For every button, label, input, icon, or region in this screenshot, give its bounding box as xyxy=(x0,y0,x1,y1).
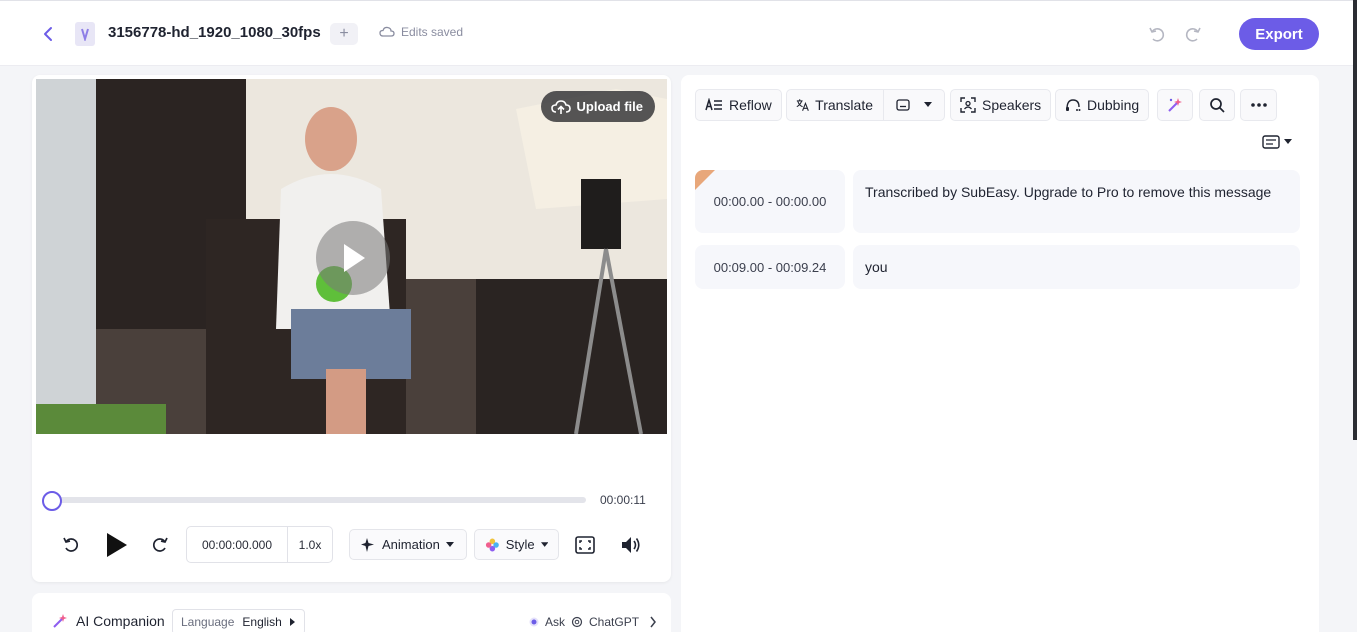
animation-label: Animation xyxy=(382,537,440,552)
ai-companion-header[interactable]: AI Companion xyxy=(52,613,165,629)
video-preview[interactable]: Upload file xyxy=(36,79,667,434)
view-mode-dropdown[interactable] xyxy=(1262,135,1292,149)
dubbing-icon xyxy=(1066,99,1081,111)
save-status-text: Edits saved xyxy=(401,25,464,39)
cloud-icon xyxy=(379,26,395,37)
subtitle-row: 00:09.00 - 00:09.24 you xyxy=(695,245,1300,289)
translate-icon xyxy=(796,99,809,111)
style-label: Style xyxy=(505,537,535,552)
play-button[interactable] xyxy=(102,530,130,560)
dubbing-button[interactable]: Dubbing xyxy=(1055,89,1150,121)
speakers-label: Speakers xyxy=(982,97,1042,113)
speaker-marker xyxy=(695,170,715,190)
rewind-button[interactable] xyxy=(60,534,82,556)
caret-down-icon xyxy=(924,102,932,107)
forward-button[interactable] xyxy=(149,534,171,556)
ai-magic-button[interactable] xyxy=(1157,89,1193,121)
translate-button[interactable]: Translate xyxy=(786,89,945,121)
more-icon xyxy=(1250,103,1267,107)
total-duration: 00:00:11 xyxy=(600,493,646,507)
animation-dropdown[interactable]: Animation xyxy=(349,529,467,560)
current-time-box: 00:00:00.000 1.0x xyxy=(186,526,333,563)
video-play-button[interactable] xyxy=(316,221,390,295)
subtitle-text[interactable]: Transcribed by SubEasy. Upgrade to Pro t… xyxy=(853,170,1300,233)
speakers-button[interactable]: Speakers xyxy=(950,89,1052,121)
style-dropdown[interactable]: Style xyxy=(474,529,559,560)
subtitle-time-text: 00:00.00 - 00:00.00 xyxy=(713,194,827,209)
volume-button[interactable] xyxy=(619,534,643,556)
language-label: Language xyxy=(181,615,235,629)
upload-file-label: Upload file xyxy=(576,99,643,114)
file-icon xyxy=(75,22,95,46)
reflow-icon xyxy=(705,98,722,111)
speakers-icon xyxy=(960,97,976,113)
subtitle-editor-panel: Reflow Translate Speakers Dubbing 00:00.… xyxy=(681,75,1319,632)
volume-icon xyxy=(622,537,640,553)
chevron-right-icon xyxy=(650,616,656,628)
upload-file-button[interactable]: Upload file xyxy=(540,91,655,122)
reflow-label: Reflow xyxy=(729,97,772,113)
undo-button[interactable] xyxy=(1147,24,1167,44)
add-button[interactable]: + xyxy=(330,23,358,45)
status-dot-icon xyxy=(529,617,539,627)
page-scrollbar[interactable] xyxy=(1353,0,1357,440)
subtitle-format-dropdown[interactable] xyxy=(883,90,944,120)
play-icon xyxy=(107,533,127,557)
player-panel: Upload file 00:00:11 00:00:00.000 1.0x A… xyxy=(32,75,671,582)
reflow-button[interactable]: Reflow xyxy=(695,89,782,121)
ask-label: Ask xyxy=(545,615,566,629)
caption-icon xyxy=(896,99,910,111)
ai-companion-panel: AI Companion Language English Ask ChatGP… xyxy=(32,593,671,632)
magic-wand-icon xyxy=(1168,98,1182,112)
fullscreen-button[interactable] xyxy=(574,534,596,556)
back-button[interactable] xyxy=(38,23,58,45)
redo-icon xyxy=(1185,27,1201,42)
playback-speed[interactable]: 1.0x xyxy=(288,538,332,552)
subtitle-time[interactable]: 00:09.00 - 00:09.24 xyxy=(695,245,845,289)
language-value: English xyxy=(242,615,282,629)
top-header: 3156778-hd_1920_1080_30fps + Edits saved… xyxy=(0,0,1357,66)
undo-icon xyxy=(1149,27,1165,42)
magic-wand-icon xyxy=(53,614,67,628)
caret-down-icon xyxy=(445,541,454,547)
translate-label: Translate xyxy=(815,97,873,113)
forward-icon xyxy=(152,537,168,552)
ask-target: ChatGPT xyxy=(589,615,640,629)
caret-right-icon xyxy=(289,618,295,626)
export-button[interactable]: Export xyxy=(1239,18,1319,50)
sparkle-icon xyxy=(361,537,374,552)
ask-chatgpt-link[interactable]: Ask ChatGPT xyxy=(529,615,657,629)
cloud-upload-icon xyxy=(550,99,571,114)
subtitle-time-text: 00:09.00 - 00:09.24 xyxy=(713,259,827,275)
current-time[interactable]: 00:00:00.000 xyxy=(187,527,288,562)
save-status: Edits saved xyxy=(379,25,463,39)
redo-button[interactable] xyxy=(1183,24,1203,44)
subtitle-text[interactable]: you xyxy=(853,245,1300,289)
subtitle-time[interactable]: 00:00.00 - 00:00.00 xyxy=(695,170,845,233)
rewind-icon xyxy=(63,537,79,552)
play-icon xyxy=(344,244,365,272)
chevron-left-icon xyxy=(44,27,52,41)
timeline-scrubber[interactable] xyxy=(42,491,62,511)
caret-down-icon xyxy=(1284,139,1292,144)
file-name[interactable]: 3156778-hd_1920_1080_30fps xyxy=(108,24,321,41)
caret-down-icon xyxy=(540,541,548,547)
list-view-icon xyxy=(1262,135,1280,149)
ai-companion-title: AI Companion xyxy=(76,613,165,629)
search-button[interactable] xyxy=(1199,89,1235,121)
fullscreen-icon xyxy=(575,536,595,554)
more-options-button[interactable] xyxy=(1240,89,1277,121)
language-select[interactable]: Language English xyxy=(172,609,305,632)
chatgpt-icon xyxy=(571,616,583,628)
palette-icon xyxy=(485,538,499,551)
timeline-track[interactable] xyxy=(52,497,586,503)
search-icon xyxy=(1210,98,1225,113)
subtitle-row: 00:00.00 - 00:00.00 Transcribed by SubEa… xyxy=(695,170,1300,233)
dubbing-label: Dubbing xyxy=(1087,97,1140,113)
